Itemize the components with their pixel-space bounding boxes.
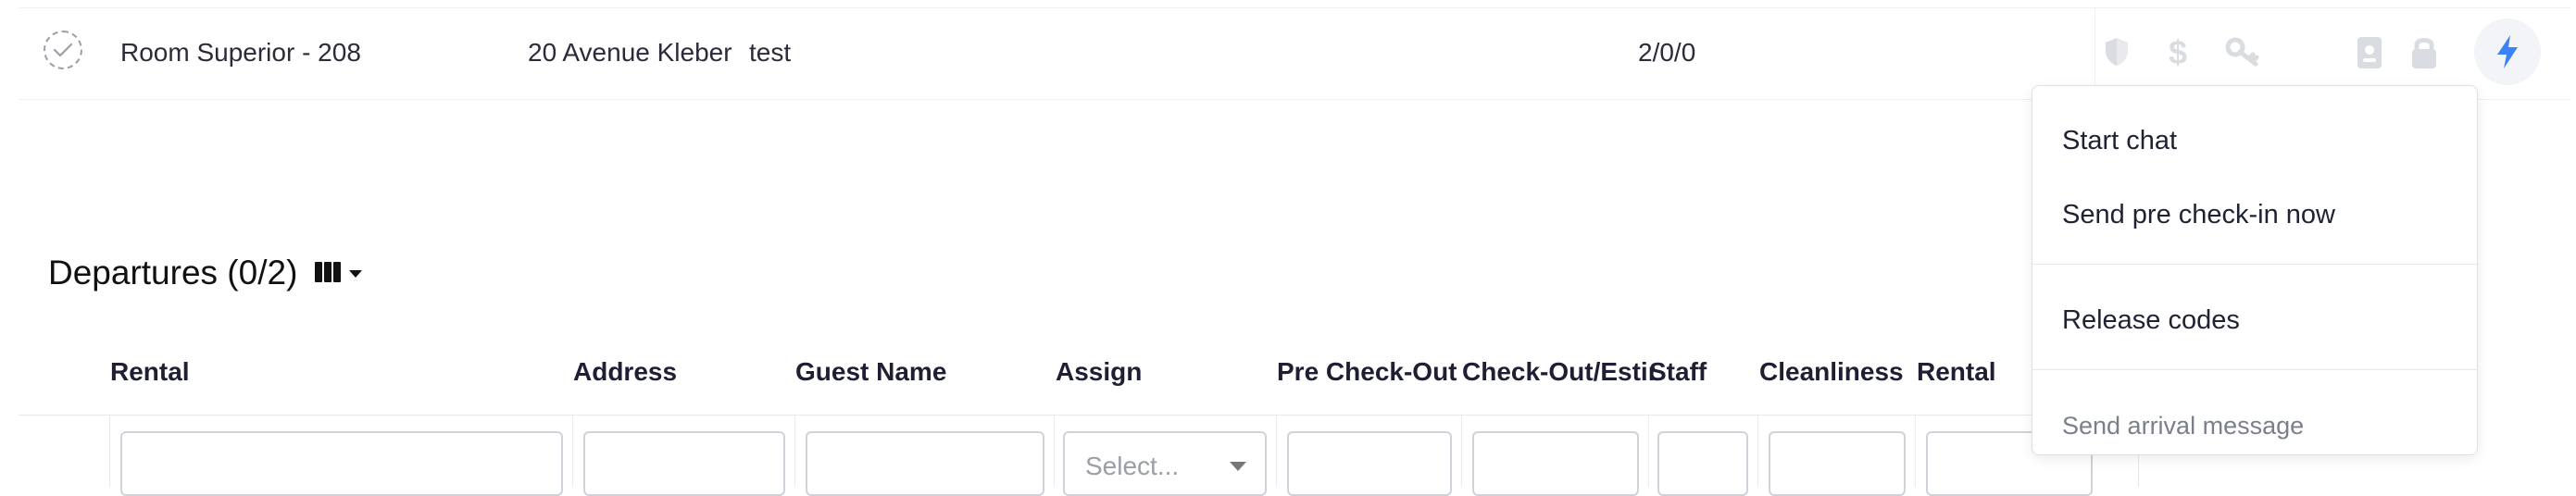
columns-icon	[315, 262, 341, 287]
col-rental-2[interactable]: Rental	[1917, 357, 1996, 387]
menu-item-release-codes[interactable]: Release codes	[2062, 305, 2240, 336]
departures-title: Departures (0/2)	[48, 254, 298, 291]
col-assign[interactable]: Assign	[1056, 357, 1142, 387]
cell-divider	[1648, 415, 1649, 487]
col-guest-name[interactable]: Guest Name	[795, 357, 946, 387]
occupancy-count: 2/0/0	[1638, 38, 1696, 67]
cell-divider	[572, 415, 573, 487]
dollar-icon[interactable]: $	[2161, 33, 2195, 70]
shield-icon[interactable]	[2100, 35, 2133, 68]
quick-actions-button[interactable]	[2474, 19, 2541, 85]
rental-address: 20 Avenue Kleber	[528, 38, 732, 67]
col-cleanliness[interactable]: Cleanliness	[1759, 357, 1904, 387]
menu-divider	[2032, 264, 2477, 265]
cell-divider	[1276, 415, 1277, 487]
col-staff[interactable]: Staff	[1649, 357, 1707, 387]
col-pre-check-out[interactable]: Pre Check-Out	[1277, 357, 1457, 387]
quick-actions-menu: Start chat Send pre check-in now Release…	[2032, 85, 2478, 455]
lock-icon[interactable]	[2408, 33, 2440, 70]
menu-item-send-arrival-message[interactable]: Send arrival message	[2062, 412, 2304, 440]
menu-item-send-pre-check-in[interactable]: Send pre check-in now	[2062, 200, 2335, 230]
guest-name: test	[749, 38, 792, 67]
rental-name[interactable]: Room Superior - 208	[120, 40, 361, 66]
chevron-down-icon	[348, 267, 363, 283]
id-card-icon[interactable]	[2356, 35, 2383, 70]
assign-select-placeholder: Select...	[1085, 452, 1180, 480]
col-address[interactable]: Address	[573, 357, 677, 387]
check-status-icon[interactable]	[44, 31, 82, 69]
menu-divider	[2032, 369, 2477, 370]
cell-divider	[1915, 415, 1916, 487]
cell-divider	[794, 415, 795, 487]
col-rental[interactable]: Rental	[110, 357, 190, 387]
column-toggle[interactable]	[315, 262, 363, 287]
svg-text:$: $	[2169, 34, 2187, 69]
key-icon[interactable]	[2224, 35, 2263, 68]
cell-divider	[1461, 415, 1462, 487]
cell-divider	[1757, 415, 1758, 487]
cell-divider	[1054, 415, 1055, 487]
menu-item-start-chat[interactable]: Start chat	[2062, 126, 2177, 156]
caret-down-icon	[1230, 462, 1246, 471]
bolt-icon	[2495, 33, 2520, 70]
col-check-out[interactable]: Check-Out/Estir	[1462, 357, 1655, 387]
